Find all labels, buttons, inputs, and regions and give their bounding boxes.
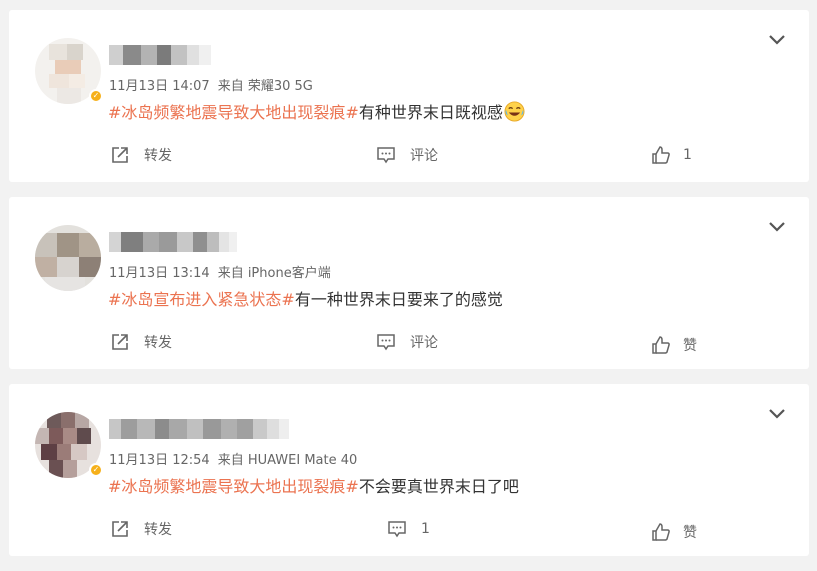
post-card: ✓ 11月13日 12:54 来自 HUAWEI Mate 40 #冰岛频繁地震导… [9, 384, 809, 556]
repost-button[interactable]: 转发 [110, 331, 172, 353]
topic-link[interactable]: #冰岛频繁地震导致大地出现裂痕# [108, 99, 359, 123]
topic-link[interactable]: #冰岛宣布进入紧急状态# [108, 286, 295, 310]
repost-label: 转发 [144, 522, 172, 538]
username-blurred[interactable] [109, 45, 211, 65]
post-meta: 11月13日 12:54 来自 HUAWEI Mate 40 [109, 449, 357, 468]
post-time[interactable]: 11月13日 14:07 [109, 79, 210, 94]
chevron-down-icon[interactable] [767, 219, 787, 235]
post-body: 有一种世界末日要来了的感觉 [294, 290, 503, 309]
comment-label: 评论 [410, 335, 438, 351]
thumbs-up-icon [652, 523, 670, 541]
action-bar: 转发 评论 赞 [9, 331, 809, 356]
repost-icon [112, 521, 128, 537]
comment-icon [377, 147, 395, 164]
post-text: #冰岛频繁地震导致大地出现裂痕# 不会要真世界末日了吧 [108, 473, 519, 497]
like-label: 赞 [683, 338, 697, 354]
post-meta: 11月13日 13:14 来自 iPhone客户端 [109, 262, 331, 281]
action-bar: 转发 1 赞 [9, 518, 809, 543]
like-label: 赞 [683, 525, 697, 541]
post-card: ✓ 11月13日 14:07 来自 荣耀30 5G #冰岛频繁地震导致大地出现裂痕… [9, 10, 809, 182]
post-card: 11月13日 13:14 来自 iPhone客户端 #冰岛宣布进入紧急状态# 有一种… [9, 197, 809, 369]
topic-link[interactable]: #冰岛频繁地震导致大地出现裂痕# [108, 473, 359, 497]
post-source: 来自 荣耀30 5G [217, 79, 313, 94]
repost-label: 转发 [144, 335, 172, 351]
comment-label: 1 [421, 521, 430, 537]
action-bar: 转发 评论 1 [9, 144, 809, 166]
post-text: #冰岛频繁地震导致大地出现裂痕# 有种世界末日既视感 [108, 99, 525, 123]
like-button[interactable]: 1 [651, 144, 692, 166]
post-body: 不会要真世界末日了吧 [358, 477, 519, 496]
repost-label: 转发 [144, 148, 172, 164]
chevron-down-icon[interactable] [767, 406, 787, 422]
like-button[interactable]: 赞 [651, 521, 697, 543]
post-meta: 11月13日 14:07 来自 荣耀30 5G [109, 75, 313, 94]
laugh-cry-emoji-icon [504, 100, 525, 122]
post-body: 有种世界末日既视感 [358, 103, 503, 122]
username-blurred[interactable] [109, 232, 237, 252]
post-source: 来自 iPhone客户端 [217, 266, 331, 281]
verified-badge-icon: ✓ [89, 89, 103, 103]
repost-icon [112, 334, 128, 350]
thumbs-up-icon [652, 336, 670, 354]
comment-button[interactable]: 1 [387, 518, 430, 540]
comment-button[interactable]: 评论 [376, 144, 438, 166]
like-label: 1 [683, 147, 692, 163]
post-text: #冰岛宣布进入紧急状态# 有一种世界末日要来了的感觉 [108, 286, 503, 310]
comment-icon [377, 334, 395, 351]
comment-button[interactable]: 评论 [376, 331, 438, 353]
chevron-down-icon[interactable] [767, 32, 787, 48]
comment-label: 评论 [410, 148, 438, 164]
post-source: 来自 HUAWEI Mate 40 [217, 453, 358, 468]
username-blurred[interactable] [109, 419, 289, 439]
comment-icon [388, 521, 406, 538]
post-time[interactable]: 11月13日 12:54 [109, 453, 210, 468]
repost-icon [112, 147, 128, 163]
thumbs-up-icon [652, 146, 670, 164]
post-time[interactable]: 11月13日 13:14 [109, 266, 210, 281]
verified-badge-icon: ✓ [89, 463, 103, 477]
repost-button[interactable]: 转发 [110, 518, 172, 540]
like-button[interactable]: 赞 [651, 334, 697, 356]
avatar[interactable] [35, 225, 101, 291]
repost-button[interactable]: 转发 [110, 144, 172, 166]
